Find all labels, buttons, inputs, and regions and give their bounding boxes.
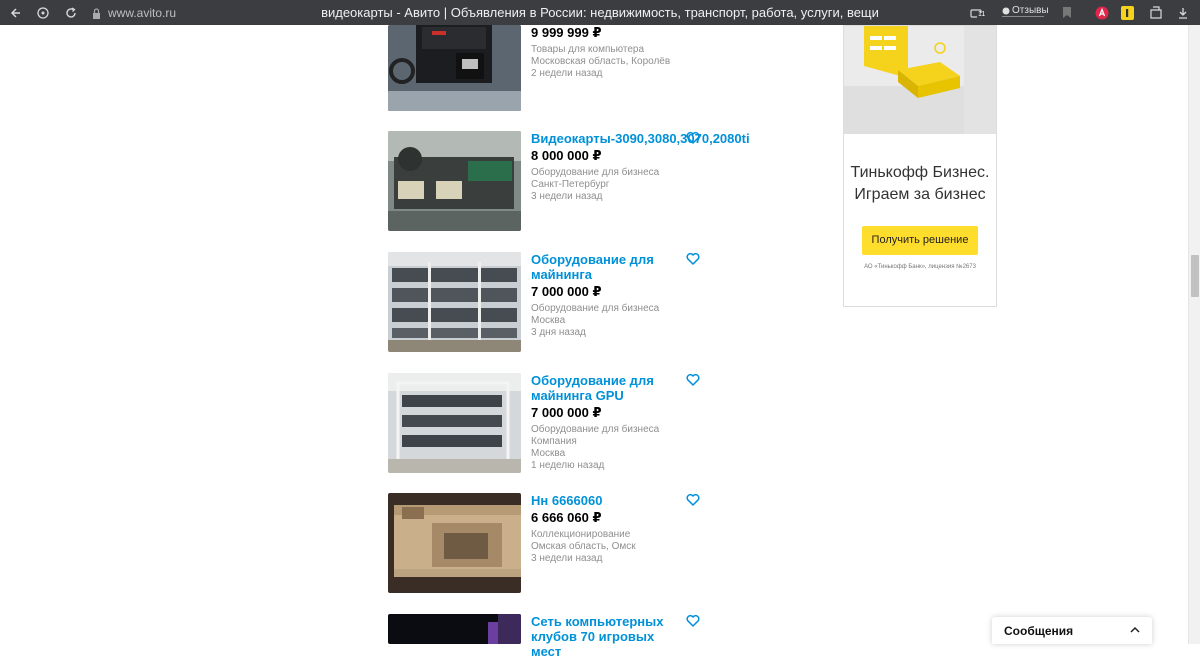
listing-title[interactable]: Оборудование для майнинга [531,252,681,282]
url-text[interactable]: www.avito.ru [108,6,176,20]
extension-icon[interactable]: 11 [966,0,988,25]
messages-label: Сообщения [1004,624,1074,638]
heart-icon[interactable] [686,493,700,507]
ad-illustration [844,26,996,134]
lock-icon [92,6,102,19]
ad-legal-text: АО «Тинькофф Банк», лицензия №2673 [864,264,976,270]
listing-price: 7 000 000 ₽ [531,405,602,420]
listing-thumbnail[interactable] [388,25,521,111]
listing-category: Оборудование для бизнеса [531,303,660,314]
download-icon[interactable] [1172,0,1194,25]
listing-thumbnail[interactable] [388,373,521,473]
heart-icon[interactable] [686,614,700,628]
listing-category: Оборудование для бизнеса [531,167,660,178]
reviews-underline [1002,16,1044,17]
listing-seller-type: Компания [531,436,577,447]
reviews-link[interactable]: Отзывы [1002,5,1049,16]
listing-category: Товары для компьютера [531,44,645,55]
listing-location: Москва [531,315,566,326]
listing-date: 2 недели назад [531,68,603,79]
listing-category: Оборудование для бизнеса [531,424,660,435]
listing-date: 3 дня назад [531,327,586,338]
listing-thumbnail[interactable] [388,131,521,231]
chat-bubble-icon [1002,7,1010,14]
protect-icon[interactable] [32,0,54,25]
listing-category: Коллекционирование [531,529,631,540]
listing-title[interactable]: Нн 6666060 [531,493,681,508]
listing-title[interactable]: Видеокарты-3090,3080,3070,2080ti [531,131,750,146]
listing-title[interactable]: Сеть компьютерных клубов 70 игровых мест [531,614,681,659]
listing-price: 6 666 060 ₽ [531,510,602,525]
notes-extension-icon[interactable] [1116,0,1138,25]
adblock-icon[interactable] [1091,0,1113,25]
listing-location: Санкт-Петербург [531,179,610,190]
browser-toolbar: www.avito.ru видеокарты - Авито | Объявл… [0,0,1200,25]
heart-icon[interactable] [686,131,700,145]
collections-icon[interactable] [1145,0,1167,25]
listing-date: 3 недели назад [531,191,603,202]
listing-thumbnail[interactable] [388,252,521,352]
heart-icon[interactable] [686,252,700,266]
listing-price: 8 000 000 ₽ [531,148,602,163]
ad-banner[interactable]: Тинькофф Бизнес. Играем за бизнес Получи… [843,25,997,307]
reload-icon[interactable] [60,0,82,25]
ad-headline: Тинькофф Бизнес. Играем за бизнес [850,164,990,203]
listing-price: 9 999 999 ₽ [531,25,602,40]
page-scrollbar[interactable] [1188,25,1200,644]
listing-date: 1 неделю назад [531,460,605,471]
extension-badge: 11 [978,11,986,18]
listing-location: Московская область, Королёв [531,56,671,67]
listing-date: 3 недели назад [531,553,603,564]
listing-location: Омская область, Омск [531,541,636,552]
reviews-label: Отзывы [1012,5,1049,16]
listing-title[interactable]: Оборудование для майнинга GPU [531,373,681,403]
heart-icon[interactable] [686,373,700,387]
listing-location: Москва [531,448,566,459]
listing-thumbnail[interactable] [388,493,521,593]
messages-widget[interactable]: Сообщения [992,617,1152,644]
ad-cta-button[interactable]: Получить решение [862,226,978,255]
bookmark-icon[interactable] [1056,0,1078,25]
chevron-up-icon[interactable] [1130,626,1140,634]
listing-thumbnail[interactable] [388,614,521,644]
listing-price: 7 000 000 ₽ [531,284,602,299]
back-arrow-icon[interactable] [4,0,26,25]
scrollbar-thumb[interactable] [1191,255,1199,297]
